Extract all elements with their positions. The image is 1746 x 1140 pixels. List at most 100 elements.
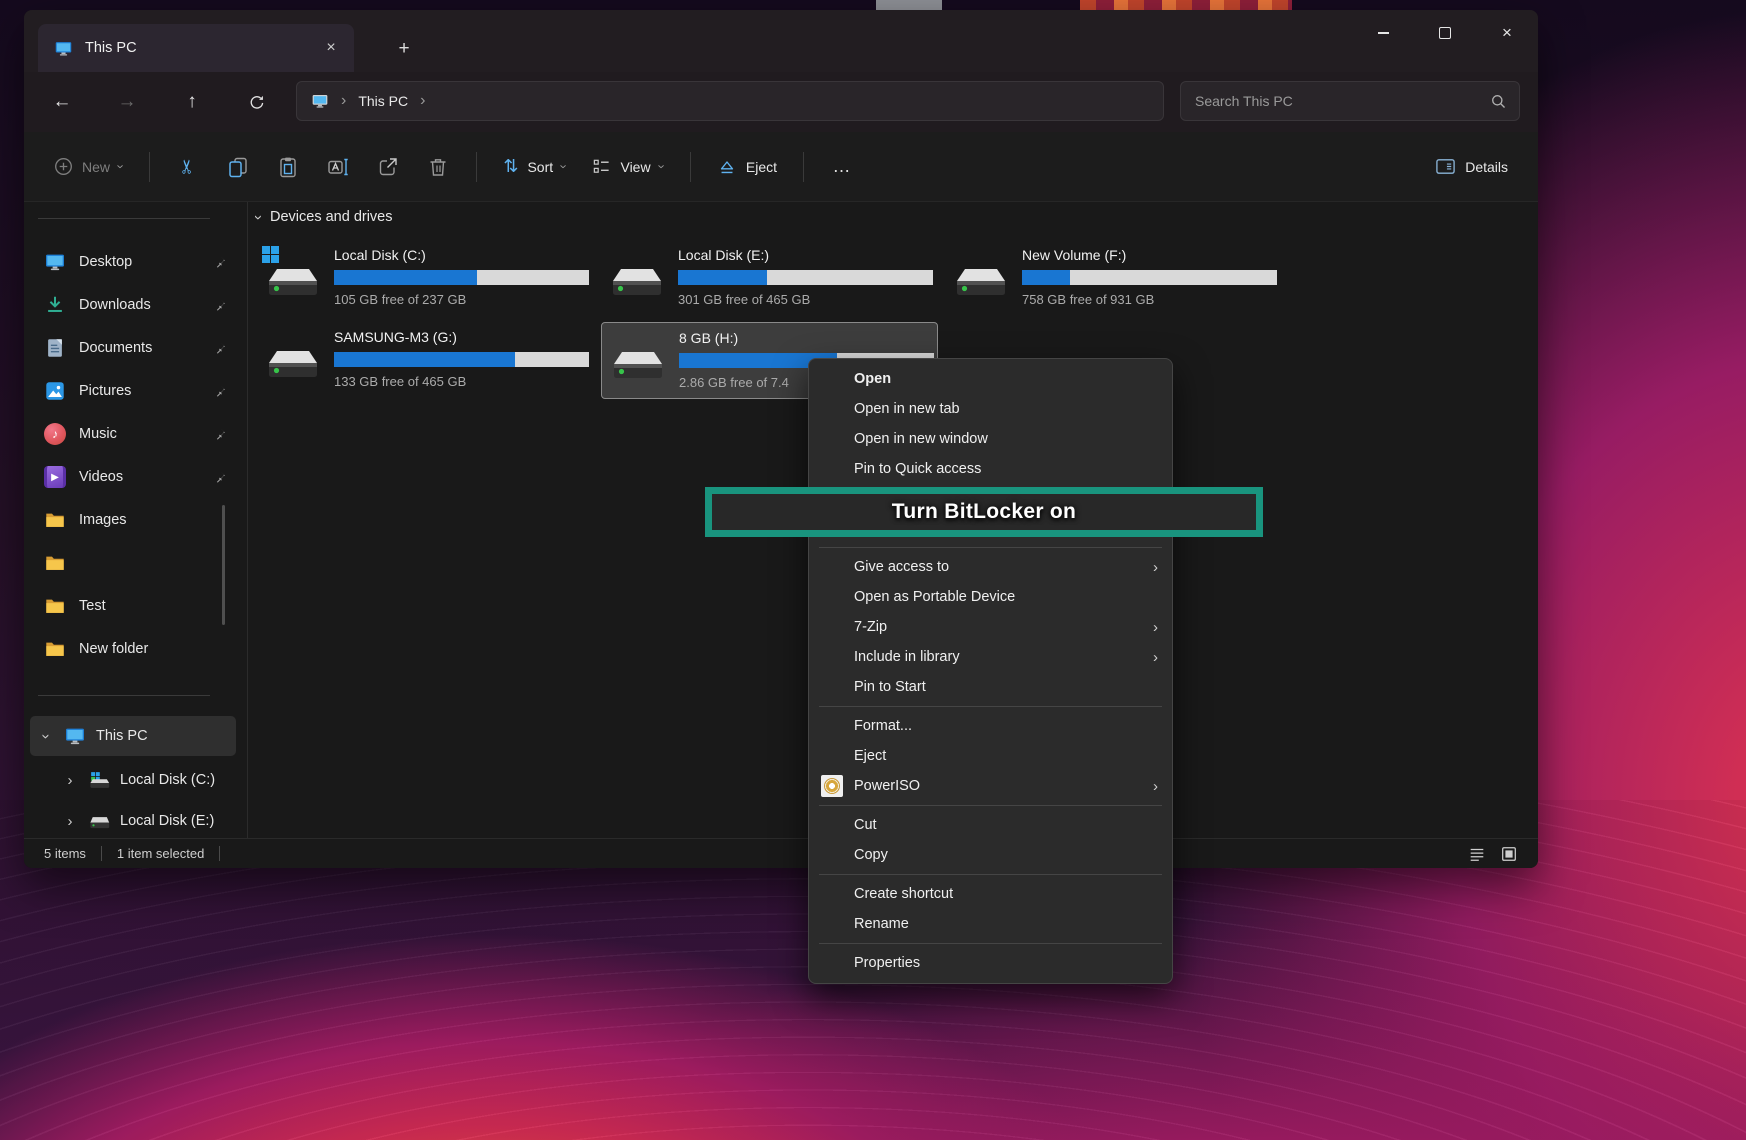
details-view-toggle[interactable] (1468, 845, 1486, 863)
delete-button[interactable] (416, 147, 460, 187)
sidebar-item-label: Desktop (79, 254, 132, 270)
rename-button[interactable] (316, 147, 360, 187)
view-label: View (620, 159, 650, 175)
desktop-icon (44, 251, 66, 273)
back-button[interactable]: ← (44, 84, 80, 120)
sidebar-tree-local-disk-e[interactable]: › Local Disk (E:) (30, 803, 236, 839)
sidebar-item-unnamed-folder[interactable] (34, 543, 236, 583)
sidebar-tree-this-pc[interactable]: › This PC (30, 716, 236, 756)
menu-item-give-access-to[interactable]: Give access to› (809, 552, 1172, 582)
chevron-right-icon: › (420, 93, 425, 109)
status-bar: 5 items 1 item selected (24, 838, 1538, 868)
menu-item-pin-to-quick-access[interactable]: Pin to Quick access (809, 454, 1172, 484)
pin-icon (212, 384, 226, 398)
new-button[interactable]: New › (44, 149, 133, 184)
chevron-collapsed-icon[interactable]: › (62, 813, 78, 830)
paste-button[interactable] (266, 147, 310, 187)
breadcrumb-this-pc[interactable]: This PC (358, 93, 408, 109)
sort-button[interactable]: ⇅ Sort › (493, 148, 576, 185)
menu-item-eject[interactable]: Eject (809, 741, 1172, 771)
menu-item-open-in-new-window[interactable]: Open in new window (809, 424, 1172, 454)
trash-icon (427, 156, 449, 178)
cut-button[interactable]: ✂ (166, 147, 210, 187)
drive-tile-new-volume-f[interactable]: New Volume (F:) 758 GB free of 931 GB (945, 240, 1282, 317)
menu-item-open[interactable]: Open (809, 364, 1172, 394)
windows-logo-icon (262, 246, 279, 263)
view-icon (592, 157, 611, 176)
view-button[interactable]: View › (582, 149, 673, 184)
more-options-button[interactable]: … (820, 147, 864, 187)
tab-close-icon[interactable]: × (318, 35, 344, 61)
menu-item-open-as-portable-device[interactable]: Open as Portable Device (809, 582, 1172, 612)
divider (101, 846, 102, 861)
turn-bitlocker-on-label: Turn BitLocker on (712, 494, 1256, 530)
sidebar-item-label: Images (79, 512, 127, 528)
window-controls: × (1352, 10, 1538, 56)
menu-item-7-zip[interactable]: 7-Zip› (809, 612, 1172, 642)
menu-separator (819, 805, 1162, 806)
menu-item-cut[interactable]: Cut (809, 810, 1172, 840)
maximize-button[interactable] (1414, 10, 1476, 56)
sidebar-divider (38, 218, 210, 219)
chevron-collapsed-icon[interactable]: › (62, 772, 78, 789)
pin-icon (212, 470, 226, 484)
close-button[interactable]: × (1476, 10, 1538, 56)
documents-icon (44, 337, 66, 359)
folder-icon (44, 638, 66, 660)
menu-item-create-shortcut[interactable]: Create shortcut (809, 879, 1172, 909)
sidebar-item-music[interactable]: ♪ Music (34, 414, 236, 454)
menu-item-pin-to-start[interactable]: Pin to Start (809, 672, 1172, 702)
drive-icon (610, 340, 666, 384)
sidebar-item-videos[interactable]: ▶ Videos (34, 457, 236, 497)
chevron-expanded-icon[interactable]: › (38, 728, 55, 744)
sidebar-item-documents[interactable]: Documents (34, 328, 236, 368)
large-icons-view-toggle[interactable] (1500, 845, 1518, 863)
menu-item-open-in-new-tab[interactable]: Open in new tab (809, 394, 1172, 424)
refresh-button[interactable] (239, 84, 275, 120)
selected-count: 1 item selected (117, 846, 204, 861)
music-icon: ♪ (44, 423, 66, 445)
up-button[interactable]: ↑ (174, 84, 210, 120)
drive-tile-local-disk-c[interactable]: Local Disk (C:) 105 GB free of 237 GB (257, 240, 594, 317)
copy-button[interactable] (216, 147, 260, 187)
details-button[interactable]: Details (1425, 148, 1518, 185)
menu-item-copy[interactable]: Copy (809, 840, 1172, 870)
share-button[interactable] (366, 147, 410, 187)
chevron-down-icon: › (655, 164, 668, 168)
address-bar[interactable]: › This PC › (296, 81, 1164, 121)
eject-button[interactable]: Eject (707, 149, 787, 185)
sidebar-item-downloads[interactable]: Downloads (34, 285, 236, 325)
minimize-button[interactable] (1352, 10, 1414, 56)
forward-button[interactable]: → (109, 84, 145, 120)
drive-icon (88, 812, 110, 830)
capacity-bar (678, 270, 933, 285)
menu-item-turn-bitlocker-on-highlight[interactable]: Turn BitLocker on (705, 487, 1263, 537)
sidebar-item-new-folder[interactable]: New folder (34, 629, 236, 669)
menu-item-rename[interactable]: Rename (809, 909, 1172, 939)
new-tab-button[interactable]: + (386, 34, 422, 64)
sidebar-item-label: Documents (79, 340, 152, 356)
new-label: New (82, 159, 110, 175)
section-devices-and-drives[interactable]: › Devices and drives (256, 209, 393, 225)
monitor-icon (311, 92, 329, 110)
menu-item-poweriso[interactable]: PowerISO› (809, 771, 1172, 801)
sidebar-item-pictures[interactable]: Pictures (34, 371, 236, 411)
chevron-down-icon: › (115, 164, 128, 168)
drive-tile-local-disk-e[interactable]: Local Disk (E:) 301 GB free of 465 GB (601, 240, 938, 317)
sidebar-item-images[interactable]: Images (34, 500, 236, 540)
menu-item-include-in-library[interactable]: Include in library› (809, 642, 1172, 672)
rename-icon (327, 156, 349, 178)
search-input[interactable] (1193, 92, 1490, 110)
drive-icon (265, 257, 321, 301)
drive-tile-samsung-m3-g[interactable]: SAMSUNG-M3 (G:) 133 GB free of 465 GB (257, 322, 594, 399)
sidebar-tree-label: Local Disk (E:) (120, 813, 214, 829)
sidebar-item-test[interactable]: Test (34, 586, 236, 626)
menu-item-format[interactable]: Format... (809, 711, 1172, 741)
search-bar (1180, 81, 1520, 121)
menu-item-properties[interactable]: Properties (809, 948, 1172, 978)
tab-this-pc[interactable]: This PC × (38, 24, 354, 72)
sidebar-tree-local-disk-c[interactable]: › Local Disk (C:) (30, 760, 236, 800)
sidebar-scrollbar[interactable] (222, 505, 225, 625)
sidebar-item-desktop[interactable]: Desktop (34, 242, 236, 282)
section-label: Devices and drives (270, 209, 393, 225)
